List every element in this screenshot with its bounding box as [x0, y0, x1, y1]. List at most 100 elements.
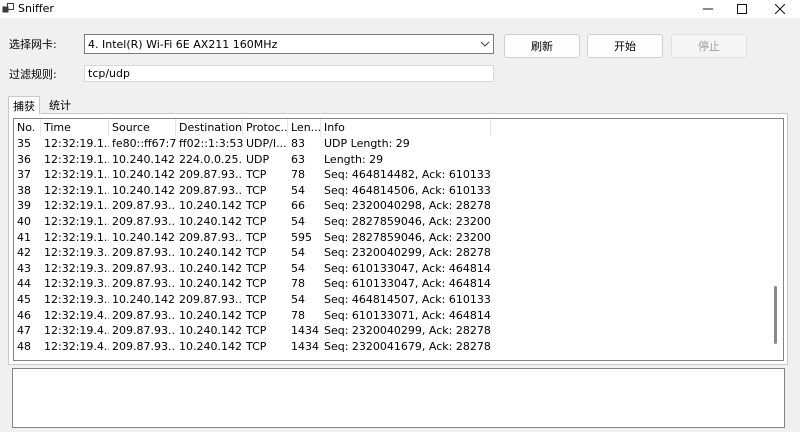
cell-length: 54 — [291, 246, 305, 260]
cell-info: Seq: 464814507, Ack: 6101330... — [324, 292, 491, 306]
column-header-protocol[interactable]: Protoc... — [243, 119, 288, 136]
cell-no: 38 — [17, 183, 31, 197]
stop-button[interactable]: 停止 — [671, 34, 747, 58]
cell-info: Seq: 2827859046, Ack: 232004... — [324, 214, 491, 228]
maximize-button[interactable] — [724, 0, 760, 18]
cell-length: 54 — [291, 214, 305, 228]
table-row[interactable]: 46 12:32:19.4...209.87.93....10.240.142..… — [14, 308, 783, 324]
cell-destination: 10.240.142.... — [179, 261, 243, 275]
cell-no: 35 — [17, 137, 31, 150]
table-row[interactable]: 42 12:32:19.3...209.87.93....10.240.142..… — [14, 245, 783, 261]
packet-detail-box[interactable] — [12, 368, 785, 428]
cell-info: Seq: 610133047, Ack: 4648145... — [324, 277, 491, 291]
column-header-destination[interactable]: Destination — [176, 119, 243, 136]
cell-protocol: UDP — [246, 152, 270, 166]
cell-time: 12:32:19.1... — [44, 214, 109, 228]
cell-source: fe80::ff67:7... — [112, 137, 176, 150]
cell-info: UDP Length: 29 — [324, 137, 410, 150]
table-row[interactable]: 45 12:32:19.3...10.240.142....209.87.93..… — [14, 292, 783, 308]
cell-info: Seq: 2320040298, Ack: 282785... — [324, 199, 491, 213]
cell-info: Seq: 2320041679, Ack: 282785... — [324, 339, 491, 353]
cell-no: 39 — [17, 199, 31, 213]
start-button[interactable]: 开始 — [587, 34, 663, 58]
cell-protocol: TCP — [246, 261, 267, 275]
column-header-length[interactable]: Len... — [288, 119, 321, 136]
cell-length: 54 — [291, 183, 305, 197]
cell-destination: 209.87.93.... — [179, 292, 243, 306]
table-row[interactable]: 40 12:32:19.1...209.87.93....10.240.142..… — [14, 214, 783, 230]
refresh-button[interactable]: 刷新 — [504, 34, 580, 58]
cell-destination: 10.240.142.... — [179, 324, 243, 338]
cell-source: 209.87.93.... — [112, 214, 176, 228]
cell-info: Seq: 2320040299, Ack: 282785... — [324, 324, 491, 338]
table-row[interactable]: 47 12:32:19.4...209.87.93....10.240.142..… — [14, 323, 783, 339]
packet-list-scrollbar[interactable] — [769, 119, 783, 360]
cell-no: 43 — [17, 261, 31, 275]
cell-protocol: TCP — [246, 277, 267, 291]
cell-destination: 10.240.142.... — [179, 214, 243, 228]
table-row[interactable]: 43 12:32:19.3...209.87.93....10.240.142..… — [14, 261, 783, 277]
column-header-info[interactable]: Info — [321, 119, 491, 136]
packet-list-header: No. Time Source Destination Protoc... Le… — [14, 119, 783, 136]
chevron-down-icon[interactable] — [480, 39, 490, 49]
cell-source: 10.240.142.... — [112, 183, 176, 197]
column-header-source[interactable]: Source — [109, 119, 176, 136]
cell-time: 12:32:19.3... — [44, 292, 109, 306]
cell-source: 209.87.93.... — [112, 246, 176, 260]
table-row[interactable]: 37 12:32:19.1...10.240.142....209.87.93..… — [14, 167, 783, 183]
cell-destination: 209.87.93.... — [179, 183, 243, 197]
cell-source: 10.240.142.... — [112, 230, 176, 244]
cell-no: 36 — [17, 152, 31, 166]
cell-protocol: TCP — [246, 308, 267, 322]
cell-time: 12:32:19.1... — [44, 183, 109, 197]
cell-no: 40 — [17, 214, 31, 228]
cell-time: 12:32:19.3... — [44, 246, 109, 260]
cell-time: 12:32:19.1... — [44, 230, 109, 244]
cell-protocol: TCP — [246, 199, 267, 213]
table-row[interactable]: 41 12:32:19.1...10.240.142....209.87.93..… — [14, 230, 783, 246]
table-row[interactable]: 44 12:32:19.3...209.87.93....10.240.142..… — [14, 276, 783, 292]
tab-statistics[interactable]: 统计 — [44, 96, 76, 114]
app-window-icon — [2, 3, 14, 15]
cell-time: 12:32:19.3... — [44, 261, 109, 275]
cell-length: 66 — [291, 199, 305, 213]
table-row[interactable]: 36 12:32:19.1...10.240.142....224.0.0.25.… — [14, 152, 783, 168]
title-bar[interactable]: Sniffer — [0, 0, 800, 18]
filter-field[interactable] — [84, 65, 496, 82]
window-title: Sniffer — [18, 2, 54, 15]
filter-input[interactable] — [85, 66, 496, 81]
cell-no: 44 — [17, 277, 31, 291]
packet-list[interactable]: No. Time Source Destination Protoc... Le… — [13, 118, 784, 361]
cell-time: 12:32:19.1... — [44, 152, 109, 166]
cell-info: Seq: 2320040299, Ack: 282785... — [324, 246, 491, 260]
cell-time: 12:32:19.3... — [44, 277, 109, 291]
scrollbar-thumb[interactable] — [774, 286, 777, 344]
cell-info: Seq: 464814482, Ack: 6101330... — [324, 168, 491, 182]
cell-time: 12:32:19.4... — [44, 339, 109, 353]
cell-length: 1434 — [291, 339, 319, 353]
cell-info: Seq: 464814506, Ack: 6101330... — [324, 183, 491, 197]
cell-destination: 209.87.93.... — [179, 168, 243, 182]
minimize-button[interactable] — [690, 0, 726, 18]
cell-destination: 10.240.142.... — [179, 308, 243, 322]
cell-length: 83 — [291, 137, 305, 150]
table-row[interactable]: 35 12:32:19.1...fe80::ff67:7...ff02::1:3:… — [14, 136, 783, 152]
cell-source: 209.87.93.... — [112, 261, 176, 275]
close-button[interactable] — [762, 0, 798, 18]
packet-rows: 3512:32:19.1...fe80::ff67:7...ff02::1:3:… — [14, 136, 783, 354]
close-icon — [775, 4, 785, 14]
column-header-time[interactable]: Time — [41, 119, 109, 136]
cell-no: 46 — [17, 308, 31, 322]
cell-destination: 10.240.142.... — [179, 199, 243, 213]
cell-protocol: TCP — [246, 324, 267, 338]
cell-info: Seq: 2827859046, Ack: 232004... — [324, 230, 491, 244]
cell-no: 37 — [17, 168, 31, 182]
table-row[interactable]: 38 12:32:19.1...10.240.142....209.87.93..… — [14, 183, 783, 199]
tab-capture[interactable]: 捕获 — [8, 96, 40, 114]
table-row[interactable]: 48 12:32:19.4...209.87.93....10.240.142..… — [14, 339, 783, 355]
nic-select[interactable]: 4. Intel(R) Wi-Fi 6E AX211 160MHz — [84, 34, 494, 54]
column-header-no[interactable]: No. — [14, 119, 41, 136]
cell-info: Seq: 610133071, Ack: 4648145... — [324, 308, 491, 322]
table-row[interactable]: 39 12:32:19.1...209.87.93....10.240.142..… — [14, 198, 783, 214]
cell-protocol: TCP — [246, 168, 267, 182]
